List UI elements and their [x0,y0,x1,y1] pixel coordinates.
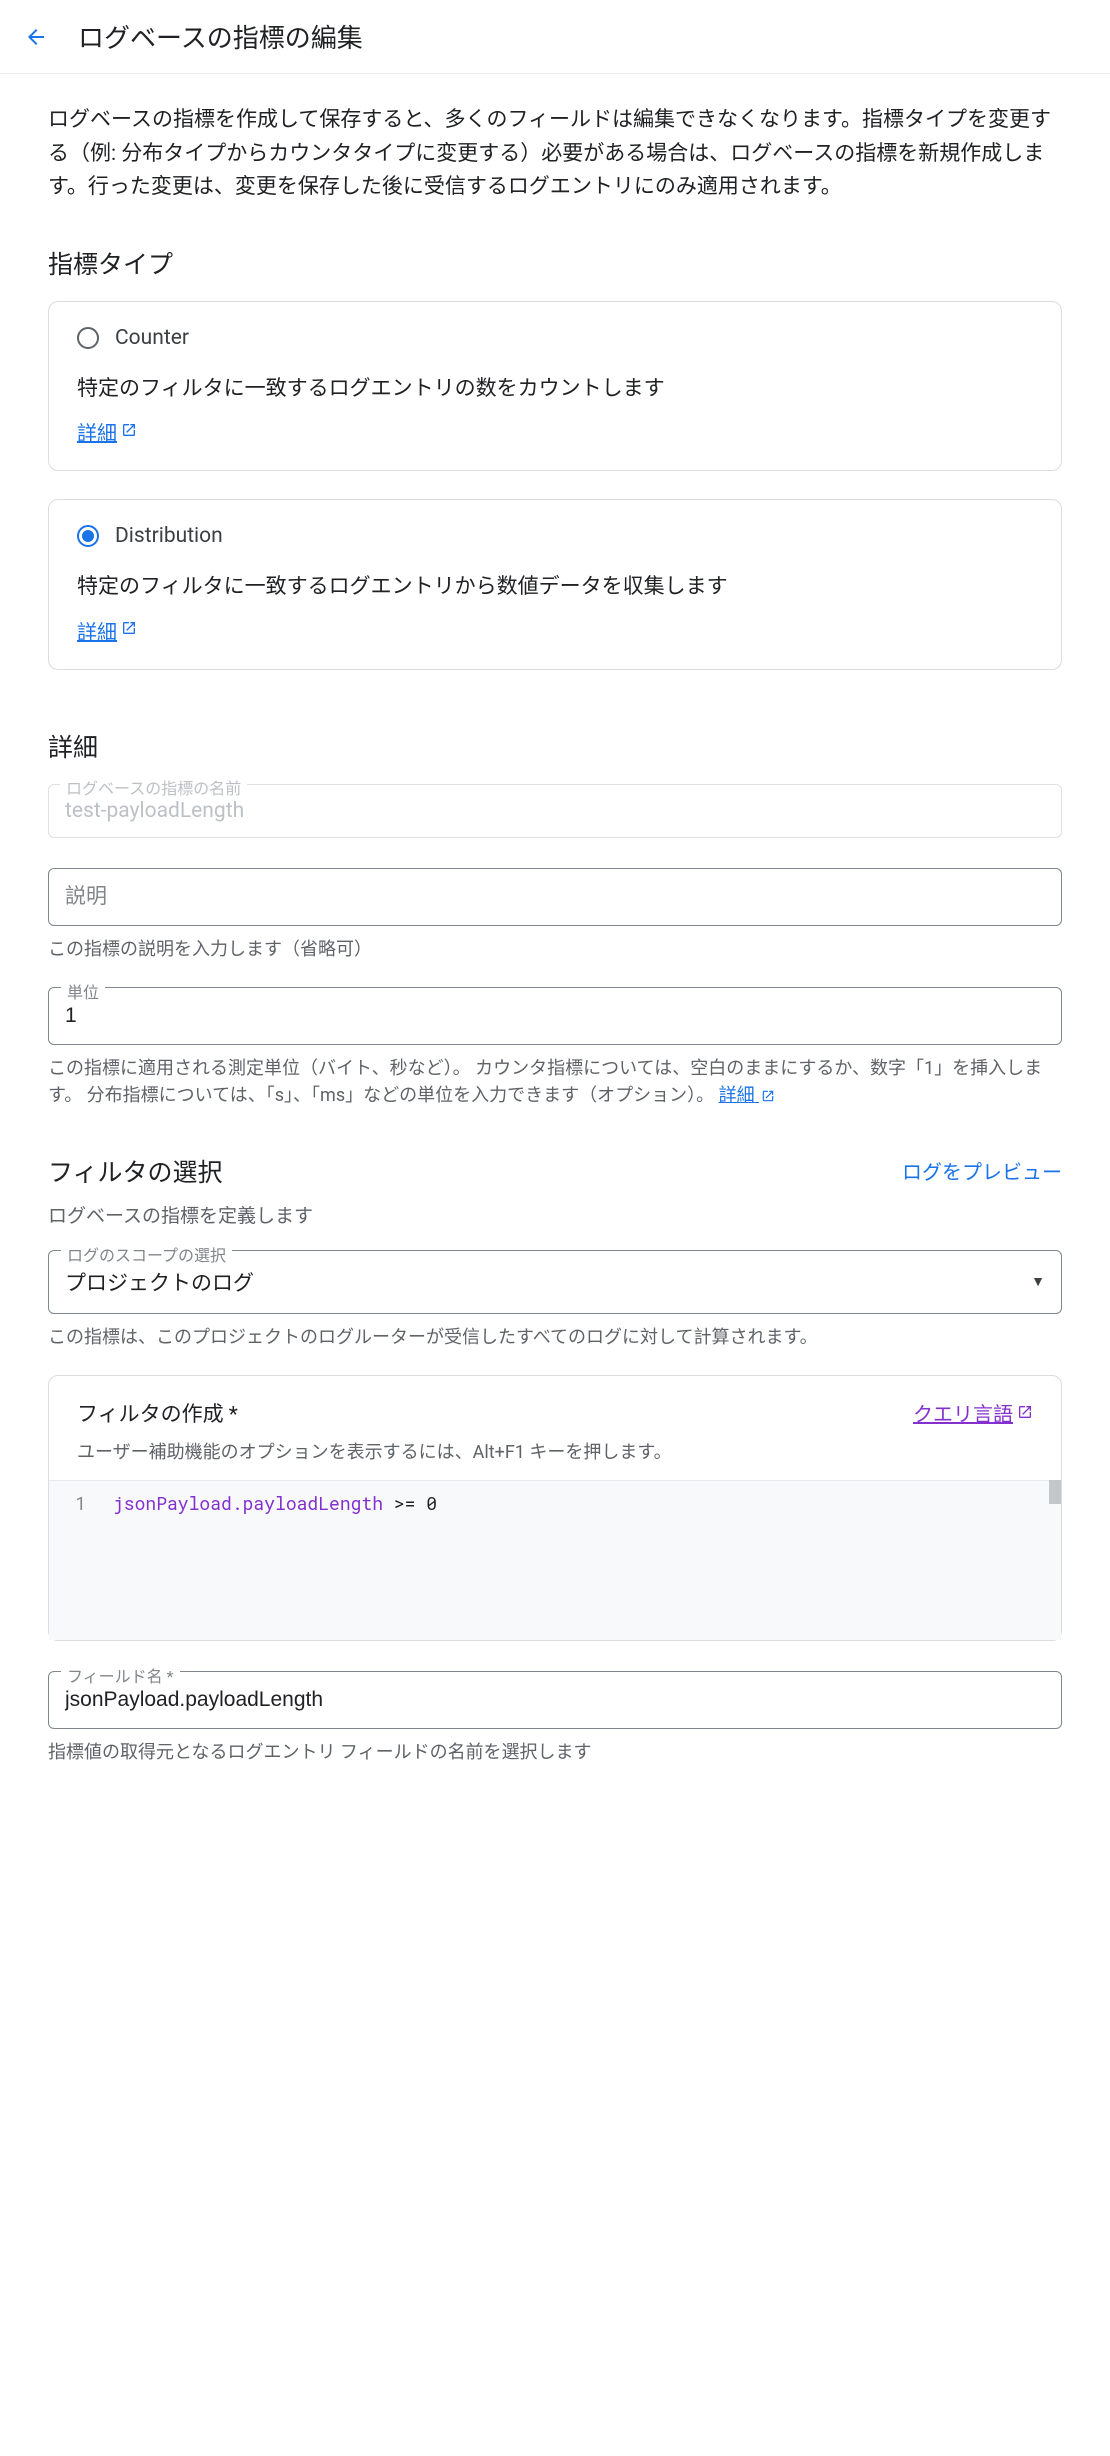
log-scope-label: ログのスコープの選択 [61,1242,232,1266]
code-content[interactable]: jsonPayload.payloadLength >= 0 [99,1481,1061,1640]
distribution-radio[interactable] [77,525,99,547]
external-link-icon [121,620,137,640]
details-heading: 詳細 [48,728,1062,764]
description-help: この指標の説明を入力します（省略可） [48,936,1062,963]
counter-card[interactable]: Counter 特定のフィルタに一致するログエントリの数をカウントします 詳細 [48,301,1062,472]
radio-selected-icon [82,530,94,542]
distribution-description: 特定のフィルタに一致するログエントリから数値データを収集します [77,572,1033,604]
counter-detail-link[interactable]: 詳細 [77,417,137,446]
description-field[interactable] [48,868,1062,926]
counter-description: 特定のフィルタに一致するログエントリの数をカウントします [77,374,1033,406]
distribution-detail-link[interactable]: 詳細 [77,616,137,645]
field-name-wrapper[interactable]: フィールド名 * [48,1671,1062,1729]
filter-subtext: ログベースの指標を定義します [48,1201,1062,1228]
scrollbar-icon[interactable] [1049,1480,1061,1504]
field-name-label: フィールド名 * [61,1663,180,1687]
metric-name-value: test-payloadLength [65,799,1045,823]
units-detail-link[interactable]: 詳細 [719,1085,775,1106]
log-scope-value: プロジェクトのログ [65,1267,254,1297]
query-language-link[interactable]: クエリ言語 [913,1398,1033,1427]
log-scope-select[interactable]: ログのスコープの選択 プロジェクトのログ ▼ [48,1250,1062,1314]
field-name-input[interactable] [65,1688,1045,1712]
page-title: ログベースの指標の編集 [78,18,363,55]
field-name-help: 指標値の取得元となるログエントリ フィールドの名前を選択します [48,1739,1062,1766]
intro-text: ログベースの指標を作成して保存すると、多くのフィールドは編集できなくなります。指… [48,104,1062,205]
dropdown-arrow-icon: ▼ [1031,1273,1045,1290]
units-label: 単位 [61,979,105,1003]
distribution-label: Distribution [115,524,223,548]
back-arrow-icon[interactable] [24,25,48,49]
filter-editor-hint: ユーザー補助機能のオプションを表示するには、Alt+F1 キーを押します。 [77,1438,672,1464]
counter-label: Counter [115,326,189,350]
filter-heading: フィルタの選択 [48,1153,223,1189]
metric-type-heading: 指標タイプ [48,245,1062,281]
description-input[interactable] [65,885,1045,909]
units-help: この指標に適用される測定単位（バイト、秒など）。 カウンタ指標については、空白の… [48,1055,1062,1109]
log-scope-help: この指標は、このプロジェクトのログルーターが受信したすべてのログに対して計算され… [48,1324,1062,1351]
units-input[interactable] [65,1004,1045,1028]
units-field[interactable]: 単位 [48,987,1062,1045]
metric-name-field: ログベースの指標の名前 test-payloadLength [48,784,1062,838]
distribution-card[interactable]: Distribution 特定のフィルタに一致するログエントリから数値データを収… [48,499,1062,670]
filter-editor: フィルタの作成 * ユーザー補助機能のオプションを表示するには、Alt+F1 キ… [48,1375,1062,1641]
code-editor[interactable]: 1 jsonPayload.payloadLength >= 0 [49,1480,1061,1640]
metric-name-label: ログベースの指標の名前 [60,775,247,799]
external-link-icon [121,422,137,442]
filter-editor-title: フィルタの作成 * [77,1398,672,1428]
preview-logs-link[interactable]: ログをプレビュー [902,1156,1062,1185]
counter-radio[interactable] [77,327,99,349]
line-number: 1 [49,1481,99,1640]
